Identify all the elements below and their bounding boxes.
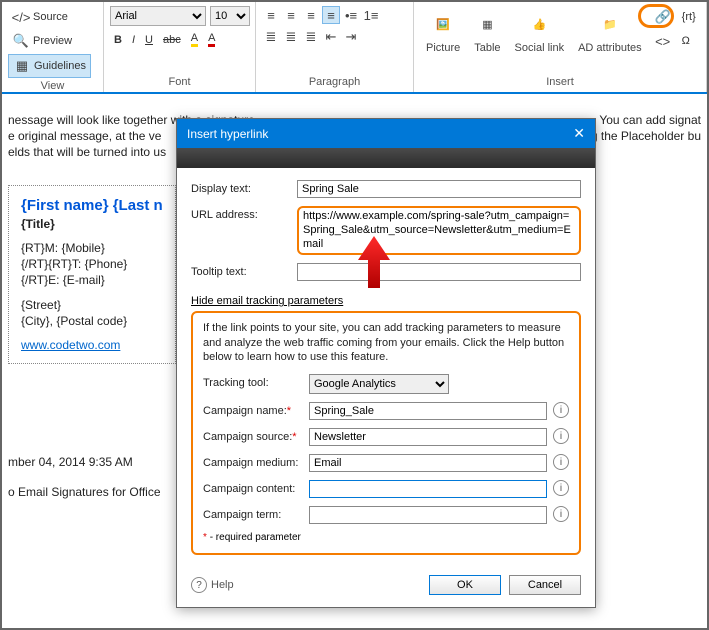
- ph-street: {Street}: [21, 297, 163, 313]
- doc-text: You can add signat: [599, 112, 701, 128]
- preview-label: Preview: [33, 35, 72, 47]
- ok-button[interactable]: OK: [429, 575, 501, 595]
- ph-phone: {/RT}{RT}T: {Phone}: [21, 256, 163, 272]
- ph-city: {City}, {Postal code}: [21, 313, 163, 329]
- hide-tracking-link[interactable]: Hide email tracking parameters: [191, 295, 343, 307]
- ribbon: </>Source 🔍Preview ▦Guidelines View Aria…: [2, 2, 707, 94]
- para-1-button[interactable]: ≣: [262, 28, 280, 46]
- group-view-label: View: [8, 78, 97, 94]
- insert-hyperlink-dialog: Insert hyperlink ✕ Display text: URL add…: [176, 118, 596, 608]
- cancel-button[interactable]: Cancel: [509, 575, 581, 595]
- code-icon: </>: [12, 8, 30, 26]
- font-size-select[interactable]: 10: [210, 6, 250, 26]
- code2-icon: <>: [654, 32, 672, 50]
- grid-icon: ▦: [13, 57, 31, 75]
- symbol-button[interactable]: Ω: [678, 30, 694, 52]
- hyperlink-button[interactable]: 🔗: [650, 6, 676, 28]
- close-icon[interactable]: ✕: [573, 125, 585, 142]
- help-button[interactable]: ?Help: [191, 577, 234, 593]
- campaign-term-input[interactable]: [309, 506, 547, 524]
- doc-text: e original message, at the ve: [8, 128, 161, 144]
- omega-icon: Ω: [682, 35, 690, 47]
- ph-title: {Title}: [21, 216, 163, 232]
- tracking-tool-select[interactable]: Google Analytics: [309, 374, 449, 394]
- group-paragraph-label: Paragraph: [262, 74, 407, 90]
- required-note: - required parameter: [210, 532, 301, 543]
- link-icon: 🔗: [654, 8, 672, 26]
- align-center-button[interactable]: ≡: [282, 6, 300, 24]
- ph-name: {First name} {Last n: [21, 196, 163, 216]
- campaign-medium-label: Campaign medium:: [203, 454, 303, 469]
- group-insert-label: Insert: [420, 74, 700, 90]
- font-color-button[interactable]: A: [204, 30, 219, 49]
- align-right-button[interactable]: ≡: [302, 6, 320, 24]
- url-label: URL address:: [191, 206, 291, 221]
- doc-text: g the Placeholder bu: [591, 128, 701, 144]
- thumbs-up-icon: 👍: [532, 8, 546, 40]
- tracking-tool-label: Tracking tool:: [203, 374, 303, 389]
- underline-button[interactable]: U: [141, 30, 157, 49]
- align-justify-button[interactable]: ≡: [322, 6, 340, 24]
- url-input[interactable]: https://www.example.com/spring-sale?utm_…: [297, 206, 581, 255]
- source-button[interactable]: </>Source: [8, 6, 91, 28]
- group-font-label: Font: [110, 74, 249, 90]
- para-3-button[interactable]: ≣: [302, 28, 320, 46]
- dialog-title: Insert hyperlink: [187, 127, 268, 141]
- italic-button[interactable]: I: [128, 30, 139, 49]
- tooltip-label: Tooltip text:: [191, 263, 291, 278]
- campaign-content-input[interactable]: [309, 480, 547, 498]
- ad-attributes-button[interactable]: 📁AD attributes: [572, 6, 648, 56]
- outdent-button[interactable]: ⇤: [322, 28, 340, 46]
- indent-button[interactable]: ⇥: [342, 28, 360, 46]
- link-codetwo[interactable]: www.codetwo.com: [21, 338, 120, 352]
- guidelines-label: Guidelines: [34, 60, 86, 72]
- campaign-medium-input[interactable]: [309, 454, 547, 472]
- dialog-titlebar: Insert hyperlink ✕: [177, 119, 595, 148]
- campaign-name-input[interactable]: [309, 402, 547, 420]
- tooltip-input[interactable]: [297, 263, 581, 281]
- font-family-select[interactable]: Arial: [110, 6, 206, 26]
- info-icon[interactable]: i: [553, 506, 569, 522]
- ph-mobile: {RT}M: {Mobile}: [21, 240, 163, 256]
- campaign-name-label: Campaign name:: [203, 405, 287, 417]
- tracking-panel: If the link points to your site, you can…: [191, 311, 581, 555]
- table-icon: ▦: [482, 8, 492, 40]
- campaign-content-label: Campaign content:: [203, 480, 303, 495]
- html-button[interactable]: <>: [650, 30, 676, 52]
- strike-button[interactable]: abc: [159, 30, 185, 49]
- para-2-button[interactable]: ≣: [282, 28, 300, 46]
- ph-email: {/RT}E: {E-mail}: [21, 272, 163, 288]
- tracking-help-text: If the link points to your site, you can…: [203, 321, 569, 364]
- table-button[interactable]: ▦Table: [468, 6, 506, 56]
- numbering-button[interactable]: 1≡: [362, 6, 380, 24]
- display-text-input[interactable]: [297, 180, 581, 198]
- align-left-button[interactable]: ≡: [262, 6, 280, 24]
- source-label: Source: [33, 11, 68, 23]
- info-icon[interactable]: i: [553, 454, 569, 470]
- info-icon[interactable]: i: [553, 402, 569, 418]
- folder-icon: 📁: [603, 8, 617, 40]
- campaign-source-input[interactable]: [309, 428, 547, 446]
- bullets-button[interactable]: •≡: [342, 6, 360, 24]
- info-icon[interactable]: i: [553, 480, 569, 496]
- campaign-term-label: Campaign term:: [203, 506, 303, 521]
- highlight-button[interactable]: A: [187, 30, 202, 49]
- magnify-icon: 🔍: [12, 32, 30, 50]
- help-icon: ?: [191, 577, 207, 593]
- dialog-subbar: [177, 148, 595, 168]
- info-icon[interactable]: i: [553, 428, 569, 444]
- display-text-label: Display text:: [191, 180, 291, 195]
- picture-icon: 🖼️: [436, 8, 450, 40]
- guidelines-button[interactable]: ▦Guidelines: [8, 54, 91, 78]
- signature-block: {First name} {Last n {Title} {RT}M: {Mob…: [8, 185, 176, 365]
- rt-button[interactable]: {rt}: [678, 6, 700, 28]
- preview-button[interactable]: 🔍Preview: [8, 30, 91, 52]
- social-link-button[interactable]: 👍Social link: [509, 6, 571, 56]
- bold-button[interactable]: B: [110, 30, 126, 49]
- picture-button[interactable]: 🖼️Picture: [420, 6, 466, 56]
- campaign-source-label: Campaign source:: [203, 431, 292, 443]
